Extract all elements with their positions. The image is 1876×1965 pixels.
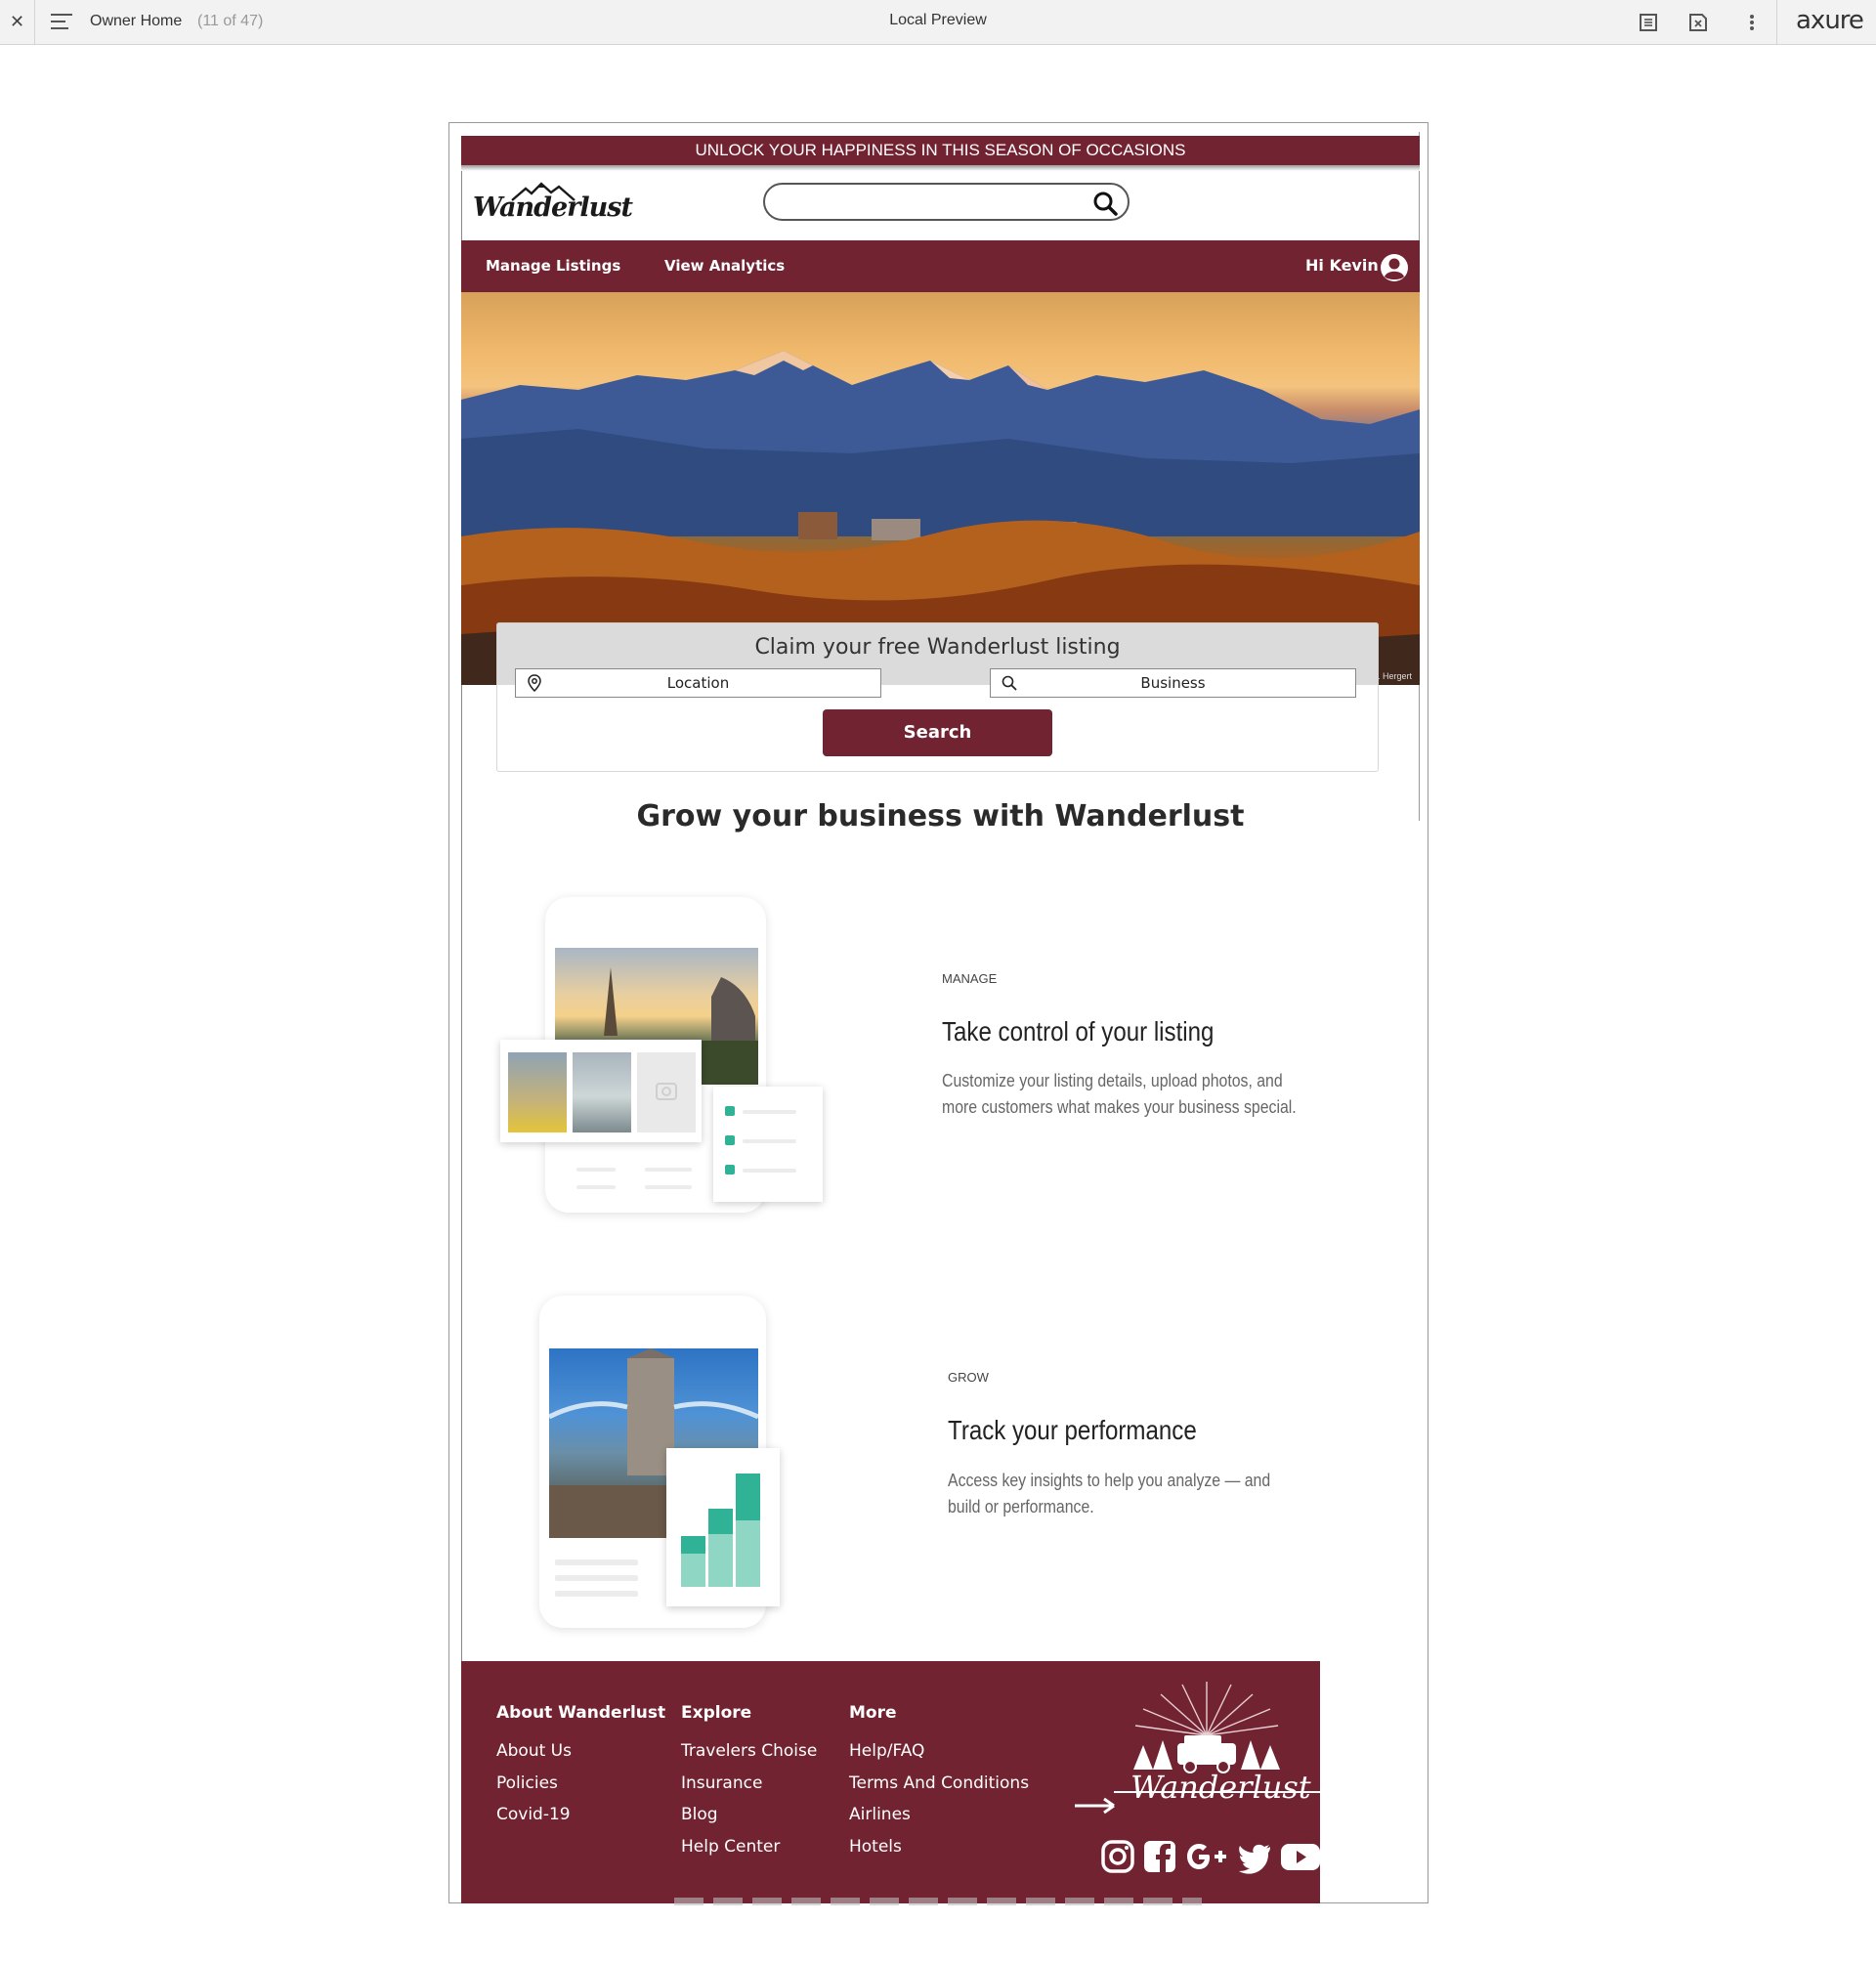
detail-line — [645, 1168, 692, 1172]
claim-search-button[interactable]: Search — [823, 709, 1052, 756]
camera-icon — [656, 1083, 677, 1100]
gallery-thumbnail — [573, 1052, 631, 1132]
amenity-line — [743, 1139, 796, 1143]
location-input[interactable]: Location — [515, 668, 881, 698]
more-options-icon[interactable] — [1741, 12, 1763, 33]
footer-heading-more: More — [849, 1703, 897, 1723]
promo-banner: UNLOCK YOUR HAPPINESS IN THIS SEASON OF … — [461, 136, 1420, 165]
youtube-icon[interactable] — [1280, 1839, 1320, 1874]
footer-link-policies[interactable]: Policies — [496, 1773, 558, 1793]
arrow-icon — [1075, 1797, 1115, 1815]
detail-line — [555, 1559, 638, 1565]
restaurant-icon — [725, 1106, 735, 1116]
site-logo[interactable]: Wanderlust — [473, 181, 633, 226]
facebook-icon[interactable] — [1142, 1839, 1177, 1874]
logo-text: Wanderlust — [473, 192, 633, 223]
footer-link-about-us[interactable]: About Us — [496, 1741, 572, 1761]
user-greeting[interactable]: Hi Kevin — [1305, 256, 1379, 275]
viewer-title: Local Preview — [889, 12, 987, 28]
business-input[interactable]: Business — [990, 668, 1356, 698]
twitter-icon[interactable] — [1237, 1839, 1272, 1874]
axure-logo[interactable]: axure — [1796, 6, 1864, 35]
google-plus-icon[interactable] — [1184, 1839, 1233, 1874]
close-icon[interactable]: ✕ — [0, 0, 35, 44]
viewer-toolbar: ✕ Owner Home (11 of 47) Local Preview ax… — [0, 0, 1876, 45]
add-photo-placeholder — [637, 1052, 696, 1132]
amenity-line — [743, 1169, 796, 1173]
sitemap-menu-icon[interactable] — [51, 14, 72, 31]
footer-link-insurance[interactable]: Insurance — [681, 1773, 762, 1793]
footer-link-airlines[interactable]: Airlines — [849, 1805, 911, 1824]
site-search-input[interactable] — [763, 183, 1130, 221]
feature-desc-manage: Customize your listing details, upload p… — [942, 1071, 1297, 1117]
detail-line — [576, 1168, 616, 1172]
detail-line — [576, 1185, 616, 1189]
page-count: (11 of 47) — [197, 13, 264, 29]
footer-link-help-faq[interactable]: Help/FAQ — [849, 1741, 924, 1761]
stroller-icon — [725, 1165, 735, 1175]
page-name[interactable]: Owner Home — [90, 13, 182, 30]
feature-title-manage: Take control of your listing — [942, 1016, 1215, 1047]
feature-kicker-grow: GROW — [948, 1370, 989, 1385]
footer-heading-explore: Explore — [681, 1703, 752, 1723]
footer-link-covid[interactable]: Covid-19 — [496, 1805, 571, 1824]
trophy-icon — [725, 1135, 735, 1145]
footer-link-terms[interactable]: Terms And Conditions — [849, 1773, 1029, 1793]
user-avatar-icon[interactable] — [1380, 253, 1409, 282]
gallery-thumbnail — [508, 1052, 567, 1132]
footer-link-travelers-choise[interactable]: Travelers Choise — [681, 1741, 817, 1761]
footer-link-blog[interactable]: Blog — [681, 1805, 718, 1824]
hidden-text-remnant — [674, 1898, 1202, 1905]
feature-title-grow: Track your performance — [948, 1415, 1197, 1445]
grow-heading: Grow your business with Wanderlust — [636, 799, 1245, 833]
location-label: Location — [666, 674, 730, 692]
nav-view-analytics[interactable]: View Analytics — [664, 257, 785, 275]
toolbar-divider — [1776, 0, 1777, 44]
notes-icon[interactable] — [1638, 12, 1659, 33]
chart-bar-fill — [681, 1554, 705, 1587]
detail-line — [555, 1575, 638, 1581]
nav-manage-listings[interactable]: Manage Listings — [486, 257, 620, 275]
footer-heading-about: About Wanderlust — [496, 1703, 666, 1723]
site-footer: About Wanderlust About Us Policies Covid… — [461, 1661, 1320, 1903]
main-nav: Manage Listings View Analytics Hi Kevin — [461, 240, 1420, 292]
detail-line — [645, 1185, 692, 1189]
chart-bar-fill — [708, 1534, 733, 1587]
footer-logo-text[interactable]: Wanderlust — [1130, 1769, 1311, 1806]
business-label: Business — [1140, 674, 1206, 692]
banner-shadow — [461, 165, 1420, 171]
feature-kicker-manage: MANAGE — [942, 971, 998, 986]
footer-link-help-center[interactable]: Help Center — [681, 1837, 780, 1857]
inspect-icon[interactable] — [1687, 12, 1709, 33]
instagram-icon[interactable] — [1100, 1839, 1135, 1874]
amenity-line — [743, 1110, 796, 1114]
footer-link-hotels[interactable]: Hotels — [849, 1837, 902, 1857]
claim-title: Claim your free Wanderlust listing — [754, 635, 1121, 660]
search-icon[interactable] — [1092, 191, 1118, 216]
detail-line — [555, 1591, 638, 1597]
feature-desc-grow: Access key insights to help you analyze … — [948, 1471, 1271, 1516]
chart-bar-fill — [736, 1520, 760, 1587]
